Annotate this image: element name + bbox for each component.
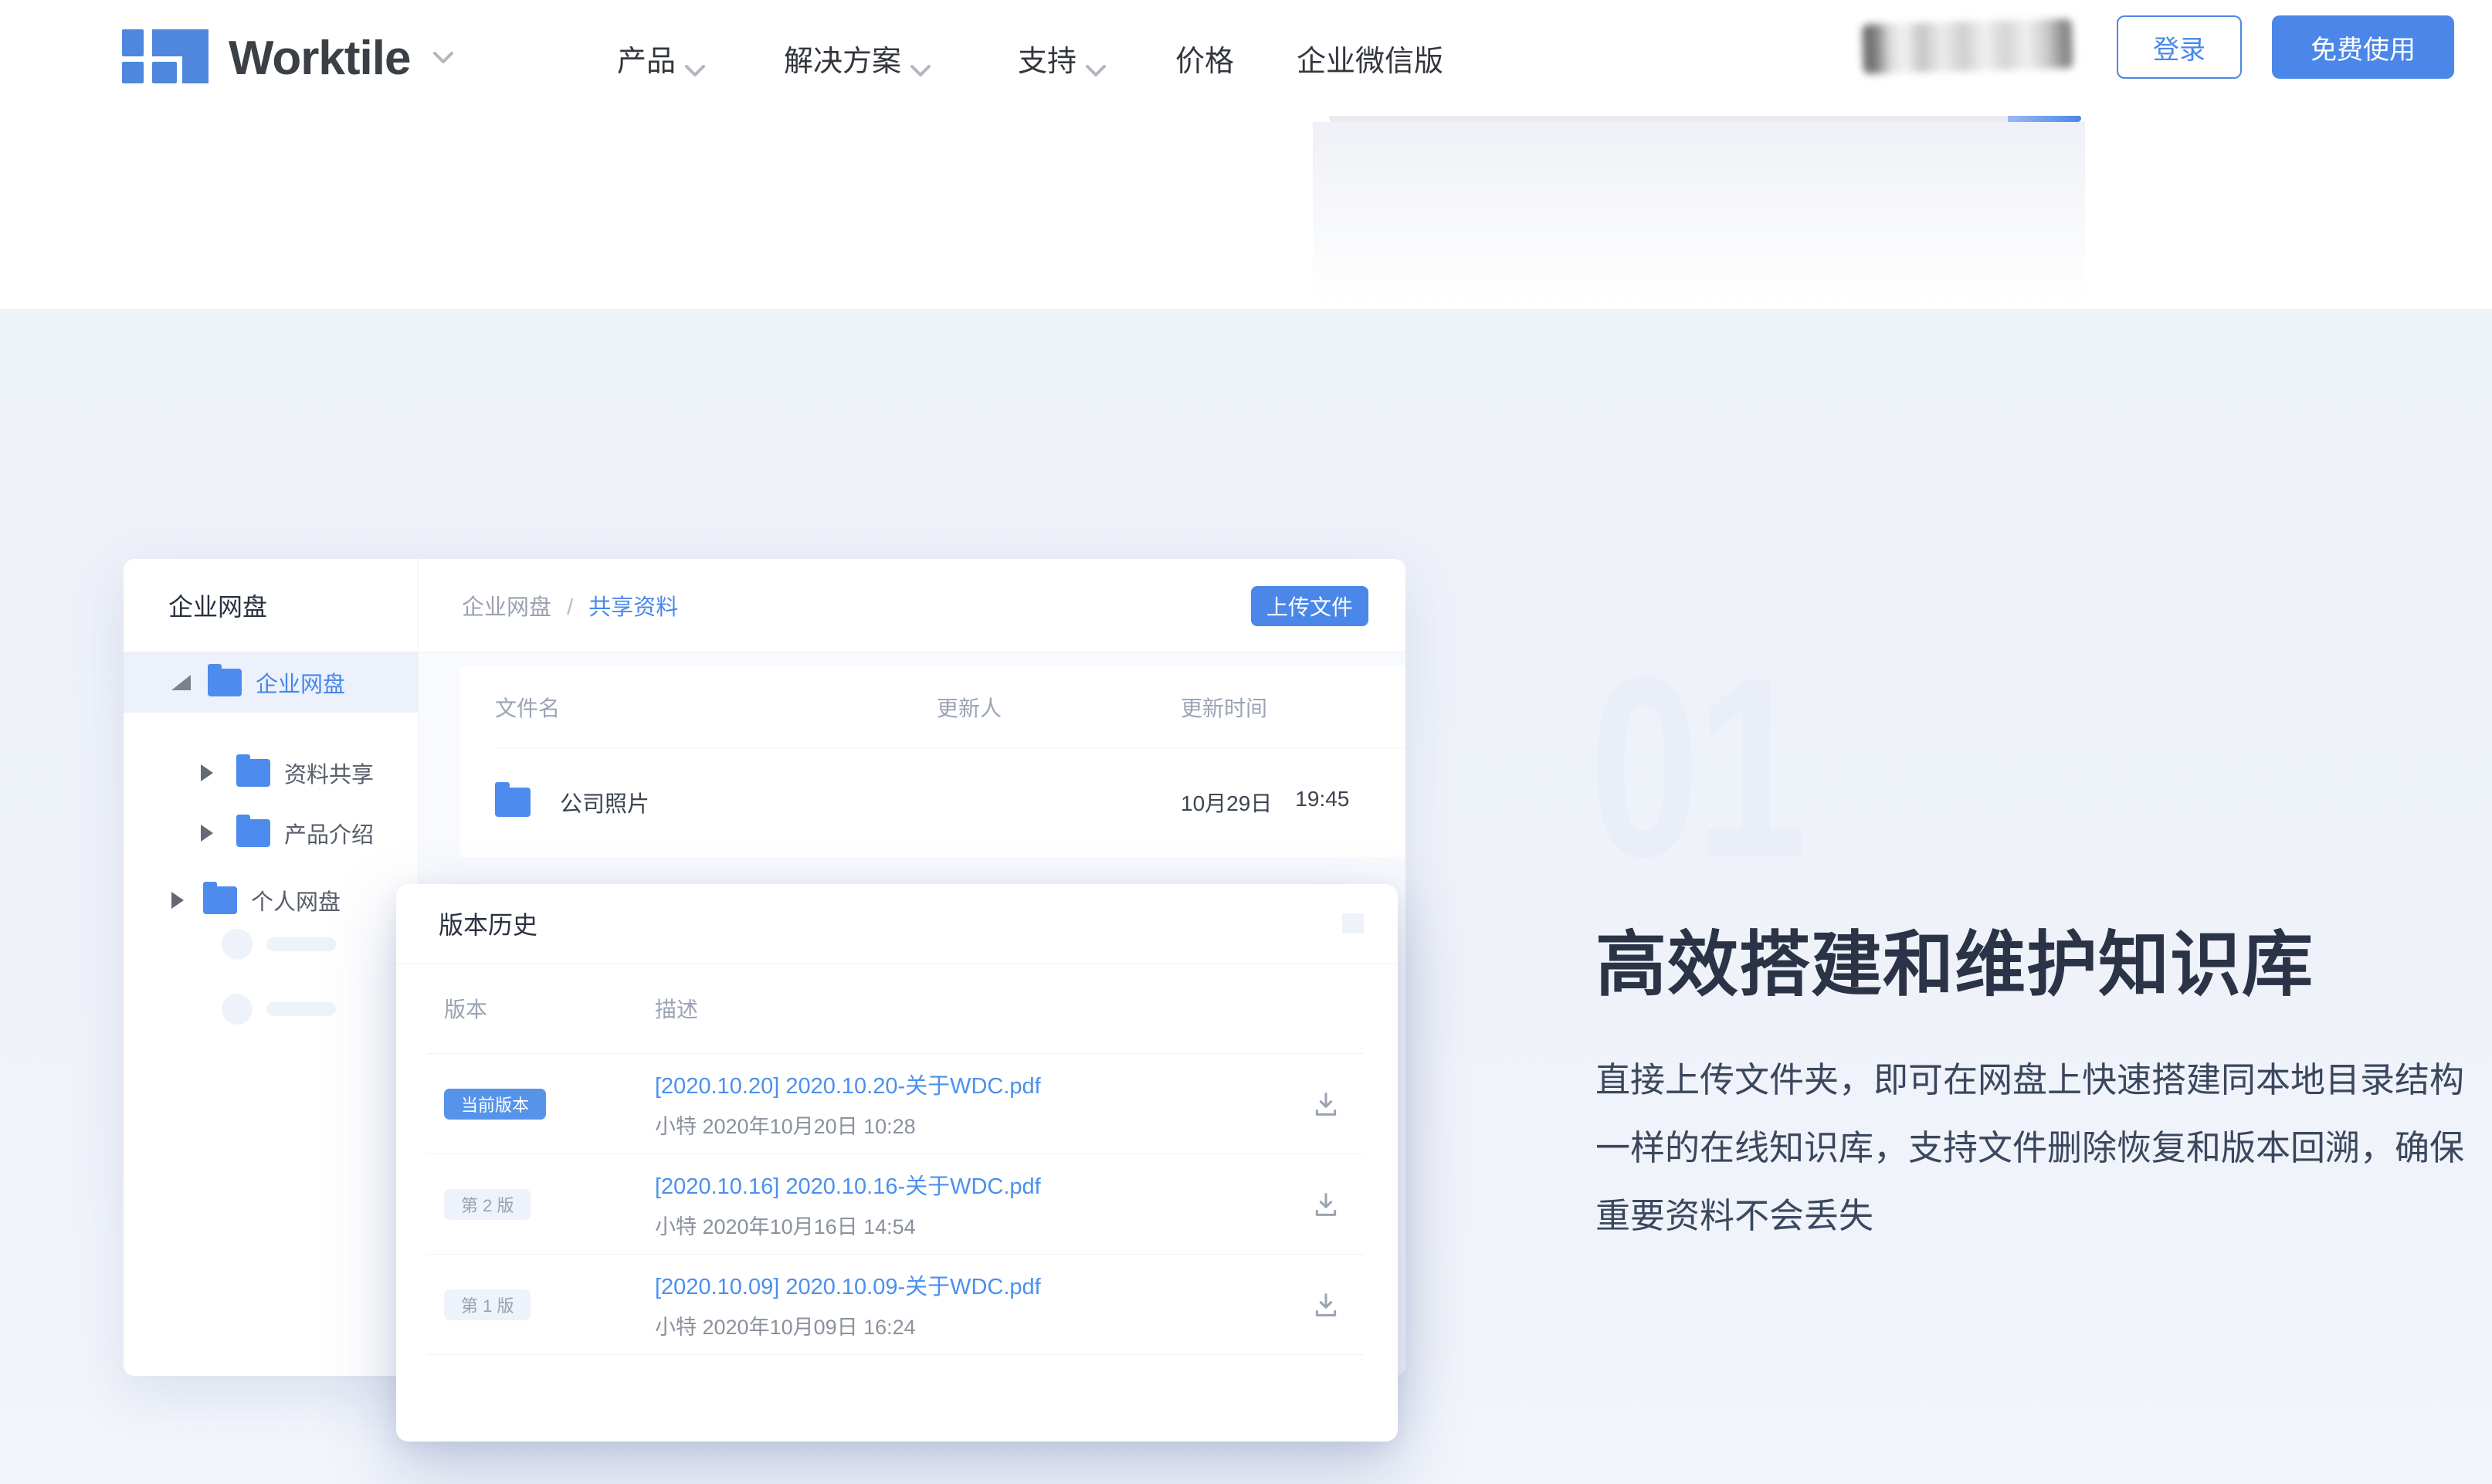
background-haze: [1313, 122, 2085, 303]
breadcrumb-current[interactable]: 共享资料: [588, 595, 678, 620]
netdisk-sidebar: 企业网盘 企业网盘 资料共享 产品介绍 个人网盘: [124, 559, 419, 1376]
table-row[interactable]: 公司照片 10月29日 19:45: [460, 748, 1405, 856]
caret-collapsed-icon[interactable]: [201, 825, 213, 842]
modal-corner-icon[interactable]: [1342, 913, 1364, 933]
caret-collapsed-icon[interactable]: [201, 764, 213, 781]
version-badge: 第 2 版: [444, 1189, 531, 1220]
skeleton-placeholder-row: [222, 994, 336, 1025]
breadcrumb-separator: /: [567, 595, 573, 620]
feature-title: 高效搭建和维护知识库: [1595, 907, 2314, 1010]
column-header-version: 版本: [444, 993, 655, 1024]
upload-file-button[interactable]: 上传文件: [1251, 586, 1368, 626]
current-version-badge: 当前版本: [444, 1089, 546, 1120]
update-time: 19:45: [1295, 787, 1349, 818]
folder-icon: [208, 669, 242, 696]
file-table-header: 文件名 更新人 更新时间: [460, 666, 1405, 747]
version-meta: 小特 2020年10月20日 10:28: [655, 1110, 1299, 1140]
logo[interactable]: Worktile: [122, 0, 453, 116]
version-table-header: 版本 描述: [396, 964, 1398, 1053]
version-row: 第 1 版 [2020.10.09] 2020.10.09-关于WDC.pdf …: [396, 1255, 1398, 1354]
download-icon[interactable]: [1299, 1289, 1353, 1320]
logo-wordmark: Worktile: [229, 31, 410, 86]
skeleton-bar: [266, 1002, 336, 1016]
chevron-down-icon: [685, 52, 705, 64]
feature-description: 直接上传文件夹，即可在网盘上快速搭建同本地目录结构一样的在线知识库，支持文件删除…: [1595, 1046, 2476, 1249]
version-meta: 小特 2020年10月09日 16:24: [655, 1310, 1299, 1340]
skeleton-placeholder-row: [222, 929, 336, 960]
column-header-updater: 更新人: [917, 692, 1161, 723]
skeleton-circle: [222, 994, 253, 1025]
version-file-link[interactable]: [2020.10.09] 2020.10.09-关于WDC.pdf: [655, 1269, 1299, 1301]
sidebar-title: 企业网盘: [124, 559, 418, 652]
version-meta: 小特 2020年10月16日 14:54: [655, 1210, 1299, 1240]
tree-item-enterprise-disk[interactable]: 企业网盘: [124, 652, 418, 713]
download-icon[interactable]: [1299, 1089, 1353, 1120]
nav-item-pricing[interactable]: 价格: [1175, 0, 1234, 116]
chevron-down-icon: [1086, 52, 1106, 64]
column-header-description: 描述: [655, 993, 1398, 1024]
top-navbar: Worktile 产品 解决方案 支持 价格 企业微信版 登录 免费使用: [0, 0, 2492, 116]
caret-expanded-icon[interactable]: [171, 675, 191, 690]
update-date: 10月29日: [1181, 787, 1272, 818]
chevron-down-icon: [433, 52, 453, 64]
breadcrumb-bar: 企业网盘 / 共享资料 上传文件: [419, 559, 1405, 652]
modal-title: 版本历史: [439, 906, 537, 941]
feature-index-watermark: 01: [1589, 650, 1803, 885]
folder-icon: [203, 886, 237, 914]
worktile-logo-icon: [122, 29, 209, 87]
progress-strip-highlight: [2008, 115, 2081, 122]
login-button[interactable]: 登录: [2117, 15, 2242, 79]
breadcrumb-root[interactable]: 企业网盘: [462, 595, 551, 620]
version-row: 第 2 版 [2020.10.16] 2020.10.16-关于WDC.pdf …: [396, 1154, 1398, 1254]
caret-collapsed-icon[interactable]: [171, 892, 184, 909]
version-file-link[interactable]: [2020.10.16] 2020.10.16-关于WDC.pdf: [655, 1168, 1299, 1201]
folder-icon: [495, 788, 531, 817]
file-name[interactable]: 公司照片: [560, 786, 649, 818]
nav-item-wechat-work[interactable]: 企业微信版: [1297, 0, 1443, 116]
version-badge: 第 1 版: [444, 1289, 531, 1320]
nav-item-solutions[interactable]: 解决方案: [784, 0, 931, 116]
breadcrumb: 企业网盘 / 共享资料: [462, 589, 678, 622]
folder-icon: [236, 819, 270, 847]
free-signup-button[interactable]: 免费使用: [2272, 15, 2454, 79]
skeleton-bar: [266, 937, 336, 951]
skeleton-circle: [222, 929, 253, 960]
carousel-progress-strip: [1329, 115, 2081, 122]
divider: [427, 1354, 1364, 1355]
tree-item-shared-docs[interactable]: 资料共享: [124, 743, 418, 803]
tree-item-personal-disk[interactable]: 个人网盘: [124, 870, 418, 930]
version-history-modal: 版本历史 版本 描述 当前版本 [2020.10.20] 2020.10.20-…: [396, 884, 1398, 1442]
column-header-updated-time: 更新时间: [1161, 692, 1405, 723]
version-row: 当前版本 [2020.10.20] 2020.10.20-关于WDC.pdf 小…: [396, 1054, 1398, 1154]
folder-icon: [236, 759, 270, 787]
chevron-down-icon: [910, 52, 931, 64]
file-table: 文件名 更新人 更新时间 公司照片 10月29日 19:45: [460, 666, 1405, 857]
blurred-phone-number: [1862, 19, 2073, 74]
nav-item-products[interactable]: 产品: [617, 0, 705, 116]
download-icon[interactable]: [1299, 1189, 1353, 1220]
nav-item-support[interactable]: 支持: [1018, 0, 1106, 116]
modal-header: 版本历史: [396, 884, 1398, 964]
version-file-link[interactable]: [2020.10.20] 2020.10.20-关于WDC.pdf: [655, 1068, 1299, 1100]
tree-item-product-intro[interactable]: 产品介绍: [124, 803, 418, 863]
column-header-filename: 文件名: [495, 692, 917, 723]
